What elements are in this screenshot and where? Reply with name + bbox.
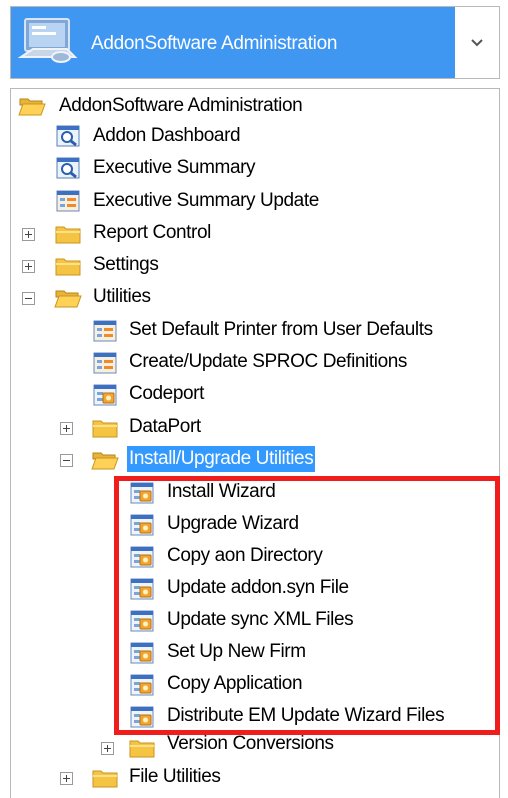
folder-open-icon bbox=[54, 286, 82, 310]
chevron-down-icon bbox=[471, 38, 483, 46]
admin-console-icon bbox=[17, 18, 78, 63]
navigator-header[interactable]: AddonSoftware Administration bbox=[10, 6, 500, 79]
tree-item-report-control[interactable]: Report Control bbox=[91, 220, 213, 246]
expand-file-utilities-button[interactable] bbox=[60, 772, 73, 785]
folder-closed-icon bbox=[128, 736, 156, 760]
tree-item-executive-summary-update[interactable]: Executive Summary Update bbox=[91, 188, 321, 214]
program-icon bbox=[128, 577, 156, 601]
folder-closed-icon bbox=[54, 222, 82, 246]
tree-item-upgrade-wizard[interactable]: Upgrade Wizard bbox=[165, 511, 301, 537]
tree-item-create-update-sproc[interactable]: Create/Update SPROC Definitions bbox=[127, 349, 409, 375]
header-title: AddonSoftware Administration bbox=[91, 33, 338, 54]
tree-item-distribute-em-update[interactable]: Distribute EM Update Wizard Files bbox=[165, 703, 446, 729]
tree-item-file-utilities[interactable]: File Utilities bbox=[127, 764, 223, 790]
form-icon bbox=[54, 189, 82, 213]
folder-closed-icon bbox=[91, 416, 119, 440]
header-band: AddonSoftware Administration bbox=[11, 7, 455, 78]
tree-item-update-addon-syn[interactable]: Update addon.syn File bbox=[165, 575, 351, 601]
tree-item-utilities[interactable]: Utilities bbox=[91, 284, 153, 310]
expand-dataport-button[interactable] bbox=[60, 422, 73, 435]
program-icon bbox=[128, 641, 156, 665]
tree-item-copy-aon-directory[interactable]: Copy aon Directory bbox=[165, 543, 324, 569]
magnifier-icon bbox=[54, 156, 82, 180]
tree-item-addon-dashboard[interactable]: Addon Dashboard bbox=[91, 123, 242, 149]
collapse-install-upgrade-button[interactable] bbox=[60, 454, 73, 467]
tree-item-codeport[interactable]: Codeport bbox=[127, 381, 206, 407]
tree-item-install-wizard[interactable]: Install Wizard bbox=[165, 479, 277, 505]
expand-version-conversions-button[interactable] bbox=[101, 742, 114, 755]
collapse-utilities-button[interactable] bbox=[22, 292, 35, 305]
program-icon bbox=[128, 705, 156, 729]
program-icon bbox=[128, 481, 156, 505]
program-icon bbox=[128, 673, 156, 697]
tree-item-root[interactable]: AddonSoftware Administration bbox=[57, 93, 304, 119]
tree-item-dataport[interactable]: DataPort bbox=[127, 414, 203, 440]
tree-item-install-upgrade-utilities[interactable]: Install/Upgrade Utilities bbox=[127, 446, 316, 472]
expand-report-control-button[interactable] bbox=[22, 228, 35, 241]
tree-item-set-up-new-firm[interactable]: Set Up New Firm bbox=[165, 639, 308, 665]
expand-settings-button[interactable] bbox=[22, 260, 35, 273]
tree-item-version-conversions[interactable]: Version Conversions bbox=[165, 731, 336, 757]
program-icon bbox=[128, 513, 156, 537]
tree-item-settings[interactable]: Settings bbox=[91, 252, 160, 278]
tree-item-executive-summary[interactable]: Executive Summary bbox=[91, 155, 257, 181]
folder-open-icon bbox=[18, 94, 46, 118]
program-icon bbox=[128, 545, 156, 569]
header-dropdown-button[interactable] bbox=[455, 7, 499, 78]
folder-closed-icon bbox=[54, 254, 82, 278]
navigation-tree[interactable]: AddonSoftware Administration Addon Dashb… bbox=[10, 88, 500, 798]
tree-item-update-sync-xml[interactable]: Update sync XML Files bbox=[165, 607, 355, 633]
form-icon bbox=[91, 319, 119, 343]
program-icon bbox=[91, 383, 119, 407]
program-icon bbox=[128, 609, 156, 633]
folder-open-icon bbox=[91, 448, 119, 472]
magnifier-icon bbox=[54, 124, 82, 148]
form-icon bbox=[91, 351, 119, 375]
tree-item-copy-application[interactable]: Copy Application bbox=[165, 671, 304, 697]
folder-closed-icon bbox=[91, 766, 119, 790]
tree-item-set-default-printer[interactable]: Set Default Printer from User Defaults bbox=[127, 317, 435, 343]
